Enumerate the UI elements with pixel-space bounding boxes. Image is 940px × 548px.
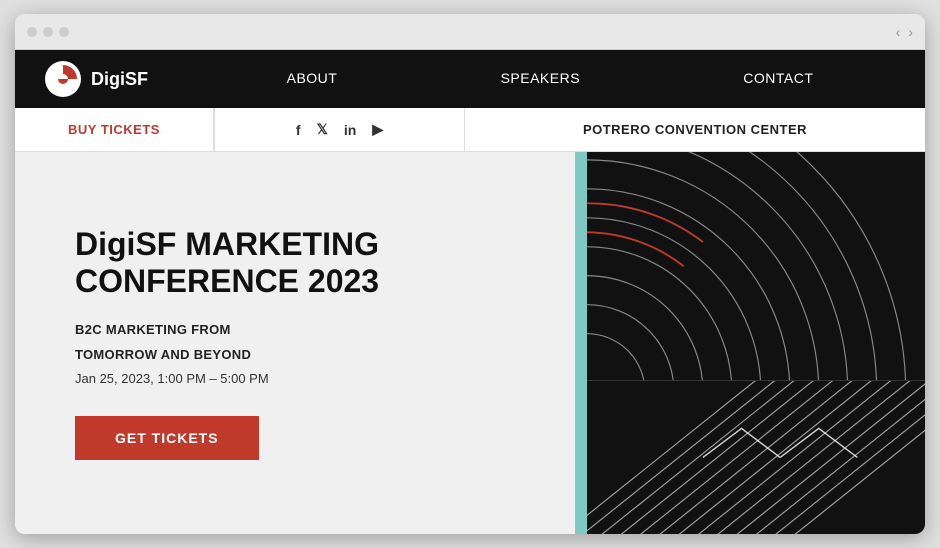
hero-left: DigiSF MARKETING CONFERENCE 2023 B2C MAR… [15, 152, 575, 534]
hero-art-bottom [575, 381, 925, 534]
logo-area: DigiSF [45, 61, 205, 97]
browser-dot-maximize [59, 27, 69, 37]
hero-art-top [575, 152, 925, 381]
browser-arrows: ‹ › [896, 24, 913, 40]
nav-item-contact[interactable]: CONTACT [743, 70, 813, 88]
nav-links: ABOUT SPEAKERS CONTACT [205, 70, 895, 88]
social-facebook-icon[interactable]: f [296, 122, 301, 138]
hero-art-svg-top [587, 152, 925, 380]
hero-subtitle-line1: B2C MARKETING FROM [75, 320, 515, 340]
nav-item-about[interactable]: ABOUT [287, 70, 338, 88]
sub-nav: BUY TICKETS f 𝕏 in ▶ POTRERO CONVENTION … [15, 108, 925, 152]
buy-tickets-link[interactable]: BUY TICKETS [15, 108, 214, 151]
social-twitter-icon[interactable]: 𝕏 [317, 121, 328, 138]
nav-link-contact[interactable]: CONTACT [743, 70, 813, 86]
browser-back-icon[interactable]: ‹ [896, 24, 901, 40]
logo-text: DigiSF [91, 69, 148, 90]
browser-dot-close [27, 27, 37, 37]
logo-icon [45, 61, 81, 97]
nav-link-about[interactable]: ABOUT [287, 70, 338, 86]
venue-name: POTRERO CONVENTION CENTER [583, 122, 807, 137]
browser-chrome: ‹ › [15, 14, 925, 50]
sub-nav-social: f 𝕏 in ▶ [215, 108, 465, 151]
nav-item-speakers[interactable]: SPEAKERS [501, 70, 580, 88]
hero-date: Jan 25, 2023, 1:00 PM – 5:00 PM [75, 371, 515, 386]
nav-link-speakers[interactable]: SPEAKERS [501, 70, 580, 86]
sub-nav-venue: POTRERO CONVENTION CENTER [465, 108, 925, 151]
hero-right [575, 152, 925, 534]
sub-nav-tickets-section: BUY TICKETS [15, 108, 215, 151]
hero-section: DigiSF MARKETING CONFERENCE 2023 B2C MAR… [15, 152, 925, 534]
teal-accent-strip [575, 152, 587, 534]
browser-forward-icon[interactable]: › [908, 24, 913, 40]
social-linkedin-icon[interactable]: in [344, 122, 356, 138]
browser-dots [27, 27, 69, 37]
hero-art-svg-bottom [587, 381, 925, 534]
get-tickets-button[interactable]: GET TICKETS [75, 416, 259, 460]
hero-title: DigiSF MARKETING CONFERENCE 2023 [75, 226, 515, 300]
top-nav: DigiSF ABOUT SPEAKERS CONTACT [15, 50, 925, 108]
browser-dot-minimize [43, 27, 53, 37]
hero-subtitle-line2: TOMORROW AND BEYOND [75, 345, 515, 365]
browser-window: ‹ › DigiSF ABOUT [15, 14, 925, 534]
social-youtube-icon[interactable]: ▶ [372, 121, 383, 138]
site-content: DigiSF ABOUT SPEAKERS CONTACT BUY TICKET… [15, 50, 925, 534]
